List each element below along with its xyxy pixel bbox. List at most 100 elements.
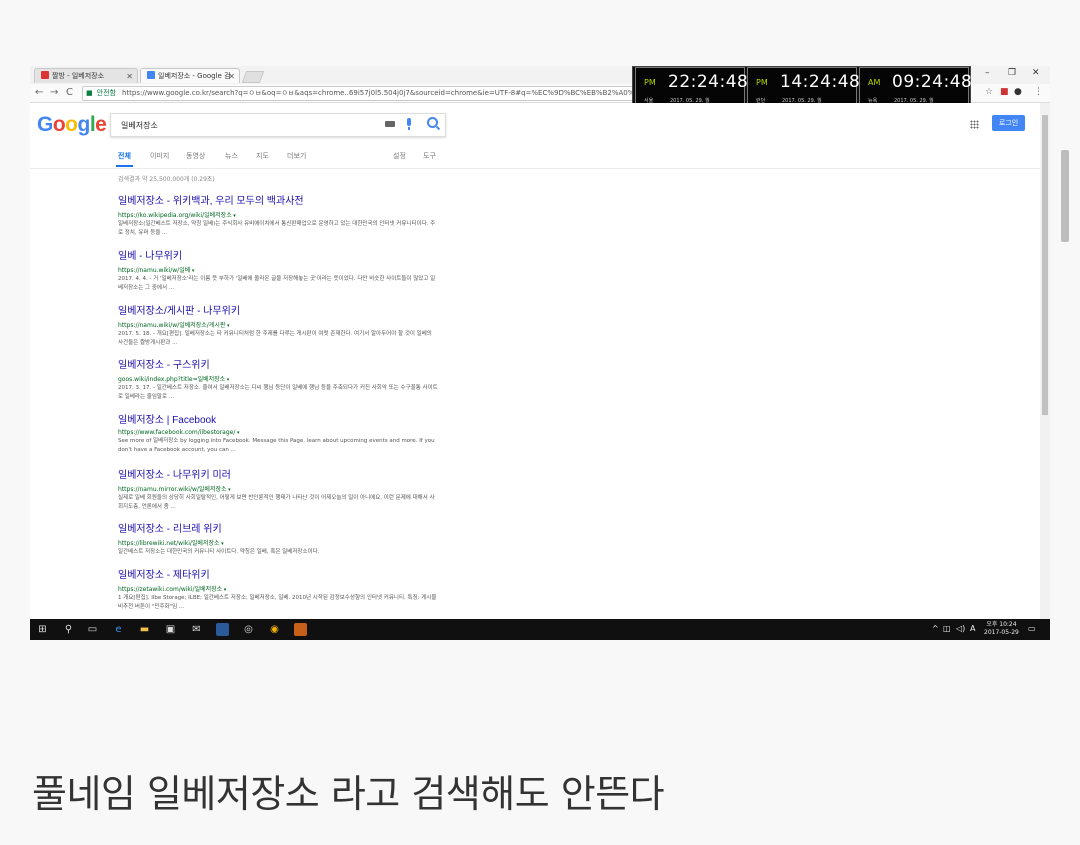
microphone-icon[interactable] xyxy=(407,118,411,130)
result-url[interactable]: https://namu.wiki/w/일베 xyxy=(118,265,438,274)
forward-button[interactable]: → xyxy=(50,87,58,98)
page-scrollbar[interactable] xyxy=(1040,103,1050,619)
chrome-icon[interactable]: ◉ xyxy=(268,623,281,636)
result-snippet: 2017. 5. 18. - 개요[편집]. 일베저장소는 타 커뮤니티처럼 한… xyxy=(118,331,432,346)
browser-tab-1[interactable]: 짤방 - 일베저장소 ✕ xyxy=(34,68,138,83)
screenshot: 짤방 - 일베저장소 ✕ 일베저장소 - Google 검 ✕ – ❐ ✕ ← … xyxy=(30,66,1050,640)
result-title-link[interactable]: 일베저장소 - 나무위키 미러 xyxy=(118,466,438,481)
maximize-button[interactable]: ❐ xyxy=(1008,68,1016,78)
clock-ampm: PM xyxy=(756,78,768,87)
mail-icon[interactable]: ✉ xyxy=(190,623,203,636)
result-title-link[interactable]: 일베저장소 - 위키백과, 우리 모두의 백과사전 xyxy=(118,192,438,207)
result-url[interactable]: https://www.facebook.com/ilbestorage/ xyxy=(118,429,438,436)
taskbar-date: 2017-05-29 xyxy=(984,629,1019,636)
extension-icon[interactable]: ■ xyxy=(1000,87,1009,97)
clock-ampm: PM xyxy=(644,78,656,87)
close-tab-icon[interactable]: ✕ xyxy=(228,69,235,83)
close-window-button[interactable]: ✕ xyxy=(1032,68,1040,78)
keyboard-icon[interactable] xyxy=(385,121,395,127)
windows-taskbar: ⊞ ⚲ ▭ e ▬ ▣ ✉ ◎ ◉ ^ ◫ ◁) A 오후 10:24 2017… xyxy=(30,619,1050,640)
tab-settings[interactable]: 설정 xyxy=(393,151,406,161)
result-title-link[interactable]: 일베저장소 | Facebook xyxy=(118,411,438,426)
notification-icon[interactable]: ▭ xyxy=(1028,624,1036,633)
clock-ampm: AM xyxy=(868,78,881,87)
result-snippet: See more of 일베저장소 by logging into Facebo… xyxy=(118,438,435,453)
logo-letter: G xyxy=(37,113,53,136)
close-tab-icon[interactable]: ✕ xyxy=(126,69,133,83)
task-view-icon[interactable]: ▭ xyxy=(86,623,99,636)
result-url[interactable]: https://namu.mirror.wiki/w/일베저장소 xyxy=(118,484,438,493)
search-result: 일베저장소 - 위키백과, 우리 모두의 백과사전 https://ko.wik… xyxy=(118,192,438,238)
new-tab-button[interactable] xyxy=(241,71,265,83)
search-result: 일베저장소/게시판 - 나무위키 https://namu.wiki/w/일베저… xyxy=(118,302,438,348)
tray-chevron-icon[interactable]: ^ xyxy=(932,624,939,633)
logo-letter: o xyxy=(52,113,66,136)
app-icon[interactable] xyxy=(216,623,229,636)
result-title-link[interactable]: 일베저장소 - 구스위키 xyxy=(118,356,438,371)
result-url[interactable]: goos.wiki/index.php?title=일베저장소 xyxy=(118,374,438,383)
minimize-button[interactable]: – xyxy=(985,68,990,78)
result-title-link[interactable]: 일베 - 나무위키 xyxy=(118,247,438,262)
extension-circle-icon[interactable]: ● xyxy=(1014,87,1022,97)
search-icon[interactable]: ⚲ xyxy=(62,623,75,636)
result-url[interactable]: https://ko.wikipedia.org/wiki/일베저장소 xyxy=(118,210,438,219)
tab-videos[interactable]: 동영상 xyxy=(186,151,205,161)
network-icon[interactable]: ◫ xyxy=(943,624,951,633)
favicon-icon xyxy=(41,71,49,79)
app-circle-icon[interactable]: ◎ xyxy=(242,623,255,636)
browser-tab-2[interactable]: 일베저장소 - Google 검 ✕ xyxy=(140,68,240,83)
scrollbar-thumb[interactable] xyxy=(1042,115,1048,415)
outer-scrollbar-thumb[interactable] xyxy=(1061,150,1069,242)
taskbar-clock[interactable]: 오후 10:24 2017-05-29 xyxy=(984,621,1019,637)
logo-letter: o xyxy=(65,113,78,136)
tab-more[interactable]: 더보기 xyxy=(287,151,306,161)
menu-dots-icon[interactable]: ⋮ xyxy=(1034,87,1043,97)
reload-button[interactable]: C xyxy=(66,87,73,98)
result-title-link[interactable]: 일베저장소/게시판 - 나무위키 xyxy=(118,302,438,317)
result-stats: 검색결과 약 25,500,000개 (0.29초) xyxy=(118,176,215,183)
result-url[interactable]: https://zetawiki.com/wiki/일베저장소 xyxy=(118,584,438,593)
result-snippet: 2017. 4. 4. - 거 '일베저장소'라는 이름 뜻 부하가 '일베에 … xyxy=(118,276,436,291)
search-icon[interactable] xyxy=(427,117,438,128)
logo-letter: e xyxy=(95,113,107,136)
search-result: 일베저장소 - 나무위키 미러 https://namu.mirror.wiki… xyxy=(118,466,438,512)
clock-app-icon[interactable] xyxy=(294,623,307,636)
result-title-link[interactable]: 일베저장소 - 리브레 위키 xyxy=(118,520,438,535)
tab-label: 일베저장소 - Google 검 xyxy=(158,72,231,80)
taskbar-time: 오후 10:24 xyxy=(986,621,1017,628)
tab-news[interactable]: 뉴스 xyxy=(225,151,238,161)
tab-maps[interactable]: 지도 xyxy=(256,151,269,161)
ime-indicator[interactable]: A xyxy=(970,624,975,633)
tab-images[interactable]: 이미지 xyxy=(150,151,169,161)
volume-icon[interactable]: ◁) xyxy=(956,624,965,633)
apps-grid-icon[interactable] xyxy=(970,120,979,129)
tab-tools[interactable]: 도구 xyxy=(423,151,436,161)
login-button[interactable]: 로그인 xyxy=(992,115,1025,131)
search-result: 일베저장소 - 제타위키 https://zetawiki.com/wiki/일… xyxy=(118,566,438,612)
logo-letter: g xyxy=(77,113,91,136)
tab-label: 짤방 - 일베저장소 xyxy=(52,72,105,80)
google-results-page: Google 로그인 전체 이미지 동영상 뉴스 지도 더보기 설정 도구 검색… xyxy=(30,103,1040,619)
result-url[interactable]: https://librewiki.net/wiki/일베저장소 xyxy=(118,538,438,547)
result-snippet: 2017. 3. 17. - 일간베스트 저장소. 줄여서 일베저장소는 디씨 … xyxy=(118,385,438,400)
bookmark-star-icon[interactable]: ☆ xyxy=(985,87,993,97)
result-snippet: 실제로 일베 회원들의 상당히 사회일탈적인, 어떻게 보면 반인륜적인 행태가… xyxy=(118,495,435,510)
search-input[interactable] xyxy=(119,117,363,133)
file-explorer-icon[interactable]: ▬ xyxy=(138,623,151,636)
post-caption: 풀네임 일베저장소 라고 검색해도 안뜬다 xyxy=(32,772,665,816)
result-title-link[interactable]: 일베저장소 - 제타위키 xyxy=(118,566,438,581)
store-icon[interactable]: ▣ xyxy=(164,623,177,636)
result-snippet: 1 개요[편집]. Ilbe Storage; ILBE; 일간베스트 저장소;… xyxy=(118,595,437,610)
result-snippet: 일간베스트 저장소는 대한민국의 커뮤니티 사이트다. 약칭은 일베, 혹은 일… xyxy=(118,549,320,555)
google-logo[interactable]: Google xyxy=(37,113,107,137)
result-url[interactable]: https://namu.wiki/w/일베저장소/게시판 xyxy=(118,320,438,329)
lock-icon: ■ xyxy=(86,89,93,97)
clock-time: 22:24:48 xyxy=(668,72,749,92)
back-button[interactable]: ← xyxy=(35,87,43,98)
tab-all[interactable]: 전체 xyxy=(116,151,133,167)
search-result: 일베저장소 - 구스위키 goos.wiki/index.php?title=일… xyxy=(118,356,438,402)
windows-start-icon[interactable]: ⊞ xyxy=(36,623,49,636)
edge-browser-icon[interactable]: e xyxy=(112,623,125,636)
google-favicon-icon xyxy=(147,71,155,79)
result-snippet: 일베저장소(일간베스트 저장소, 약칭 일베)는 주식회사 유비에이치에서 통신… xyxy=(118,221,436,236)
